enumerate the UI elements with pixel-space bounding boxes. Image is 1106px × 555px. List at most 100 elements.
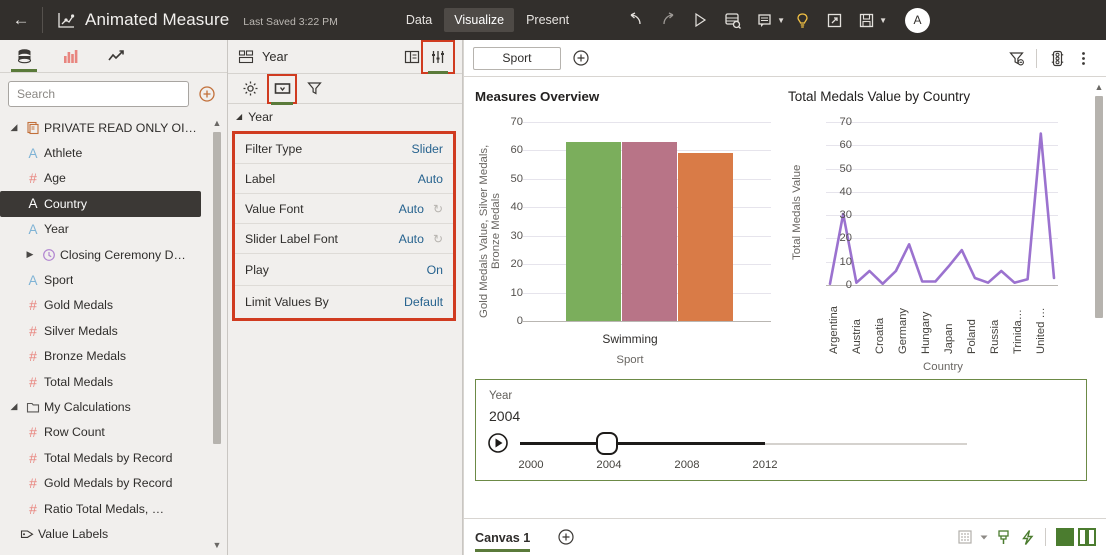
- redo-icon[interactable]: [653, 5, 683, 35]
- play-icon[interactable]: [685, 5, 715, 35]
- more-options-icon[interactable]: [1070, 45, 1096, 71]
- property-row-limit-values-by[interactable]: Limit Values By Default: [235, 286, 453, 318]
- tree-item-total-medals-by-record[interactable]: # Total Medals by Record: [0, 445, 227, 470]
- save-icon[interactable]: [851, 5, 881, 35]
- reset-icon[interactable]: ↻: [433, 202, 443, 216]
- tree-item-row-count[interactable]: # Row Count: [0, 420, 227, 445]
- sidebar-item-data-panel[interactable]: [8, 41, 40, 72]
- tree-item-gold-medals-by-record[interactable]: # Gold Medals by Record: [0, 470, 227, 495]
- tab-present[interactable]: Present: [516, 8, 579, 32]
- measure-number-icon: #: [29, 475, 37, 492]
- tree-item-silver-medals[interactable]: # Silver Medals: [0, 318, 227, 343]
- tree-item-gold-medals[interactable]: # Gold Medals: [0, 293, 227, 318]
- twisty-collapsed-icon[interactable]: ▶: [22, 249, 38, 260]
- twisty-expanded-icon[interactable]: ◢: [6, 122, 22, 133]
- gear-icon[interactable]: [238, 77, 262, 101]
- brush-icon[interactable]: [991, 525, 1015, 549]
- layout-split-icon[interactable]: [1078, 528, 1096, 546]
- bar-bronze-medals[interactable]: [678, 153, 733, 321]
- add-filter-button[interactable]: [569, 46, 593, 70]
- property-row-filter-type[interactable]: Filter Type Slider: [235, 134, 453, 164]
- tree-item-age[interactable]: # Age: [0, 166, 227, 191]
- filter-chip-sport[interactable]: Sport: [473, 46, 561, 70]
- dropdown-box-icon[interactable]: [267, 73, 297, 105]
- sidebar-item-visualizations[interactable]: [54, 41, 86, 72]
- slider-track-filled[interactable]: [520, 442, 765, 445]
- property-row-slider-label-font[interactable]: Slider Label Font Auto ↻: [235, 224, 453, 254]
- tree-item-dataset[interactable]: ◢ PRIVATE READ ONLY OI…: [0, 115, 227, 140]
- search-input[interactable]: [8, 81, 189, 107]
- add-canvas-button[interactable]: [554, 525, 578, 549]
- canvas-scrollbar[interactable]: ▲: [1094, 82, 1104, 462]
- property-row-label[interactable]: Label Auto: [235, 164, 453, 194]
- property-label: Value Font: [245, 201, 304, 216]
- back-icon[interactable]: ←: [0, 0, 42, 40]
- notes-icon[interactable]: [749, 5, 779, 35]
- filter-remove-icon[interactable]: [1003, 45, 1029, 71]
- line-series-total-medals-value[interactable]: [826, 122, 1058, 285]
- undo-icon[interactable]: [621, 5, 651, 35]
- sidebar-scrollbar[interactable]: ▲ ▼: [212, 118, 222, 550]
- sidebar-item-analytics[interactable]: [100, 41, 132, 72]
- scroll-up-icon[interactable]: ▲: [1094, 82, 1104, 92]
- property-value[interactable]: Default: [404, 295, 443, 309]
- tree-item-sport[interactable]: A Sport: [0, 267, 227, 292]
- insights-lightbulb-icon[interactable]: [787, 5, 817, 35]
- year-slider-card[interactable]: Year 2004 2000 2004 2008 2012: [475, 379, 1087, 481]
- sliders-icon[interactable]: [421, 39, 455, 74]
- bar-gold-medals-value[interactable]: [566, 141, 621, 321]
- tab-data[interactable]: Data: [396, 8, 442, 32]
- grid-layout-icon[interactable]: [953, 525, 977, 549]
- tree-item-label: Total Medals by Record: [44, 450, 173, 465]
- property-value[interactable]: On: [427, 263, 443, 277]
- tree-item-year[interactable]: A Year: [0, 217, 227, 242]
- tree-item-ratio-total-medals[interactable]: # Ratio Total Medals, …: [0, 496, 227, 521]
- property-value[interactable]: Auto: [399, 232, 424, 246]
- property-value[interactable]: Auto: [399, 202, 424, 216]
- tree-item-label: Total Medals: [44, 374, 114, 389]
- scrollbar-thumb[interactable]: [213, 132, 221, 444]
- tab-canvas-1[interactable]: Canvas 1: [475, 523, 531, 552]
- twisty-expanded-icon[interactable]: ◢: [6, 401, 22, 412]
- scroll-down-icon[interactable]: ▼: [212, 540, 222, 550]
- layout-full-icon[interactable]: [1056, 528, 1074, 546]
- slider-tick-label: 2012: [752, 459, 778, 471]
- data-refresh-icon[interactable]: [717, 5, 747, 35]
- bar-silver-medals[interactable]: [622, 141, 677, 321]
- slider-thumb[interactable]: [596, 432, 618, 455]
- layout-panel-icon[interactable]: [399, 44, 425, 70]
- share-export-icon[interactable]: [819, 5, 849, 35]
- lightning-icon[interactable]: [1015, 525, 1039, 549]
- tree-item-closing-ceremony-date[interactable]: ▶ Closing Ceremony D…: [0, 242, 227, 267]
- chevron-down-icon[interactable]: ▼: [777, 16, 785, 25]
- slider-track-remaining[interactable]: [765, 443, 967, 445]
- chart-total-medals-by-country[interactable]: Total Medals Value by Country Total Meda…: [788, 89, 1088, 374]
- property-row-value-font[interactable]: Value Font Auto ↻: [235, 194, 453, 224]
- tree-item-athlete[interactable]: A Athlete: [0, 140, 227, 165]
- tab-visualize[interactable]: Visualize: [444, 8, 515, 32]
- play-circle-icon[interactable]: [487, 432, 509, 454]
- reset-icon[interactable]: ↻: [433, 232, 443, 246]
- properties-header: Year: [228, 39, 462, 74]
- avatar[interactable]: A: [905, 7, 931, 33]
- tree-item-total-medals[interactable]: # Total Medals: [0, 369, 227, 394]
- data-actions-icon[interactable]: [1044, 45, 1070, 71]
- tree-item-value-labels[interactable]: Value Labels: [0, 521, 227, 546]
- property-row-play[interactable]: Play On: [235, 254, 453, 286]
- scroll-up-icon[interactable]: ▲: [212, 118, 222, 128]
- chart-measures-overview[interactable]: Measures Overview Gold Medals Value, Sil…: [475, 89, 785, 374]
- scrollbar-thumb[interactable]: [1095, 96, 1103, 318]
- tree-item-bronze-medals[interactable]: # Bronze Medals: [0, 344, 227, 369]
- add-dataset-button[interactable]: [195, 82, 219, 106]
- tree-item-my-calculations[interactable]: ◢ My Calculations: [0, 394, 227, 419]
- properties-section-header[interactable]: ◢ Year: [228, 104, 462, 129]
- chevron-down-icon-save[interactable]: ▼: [879, 16, 887, 25]
- tree-item-country[interactable]: A Country: [0, 191, 201, 217]
- property-value[interactable]: Slider: [412, 142, 443, 156]
- twisty-expanded-icon[interactable]: ◢: [236, 112, 242, 121]
- tree-item-label: Age: [44, 171, 66, 186]
- caret-down-icon[interactable]: [977, 525, 991, 549]
- funnel-icon[interactable]: [302, 77, 326, 101]
- attribute-text-icon: A: [28, 196, 38, 212]
- property-value[interactable]: Auto: [418, 172, 443, 186]
